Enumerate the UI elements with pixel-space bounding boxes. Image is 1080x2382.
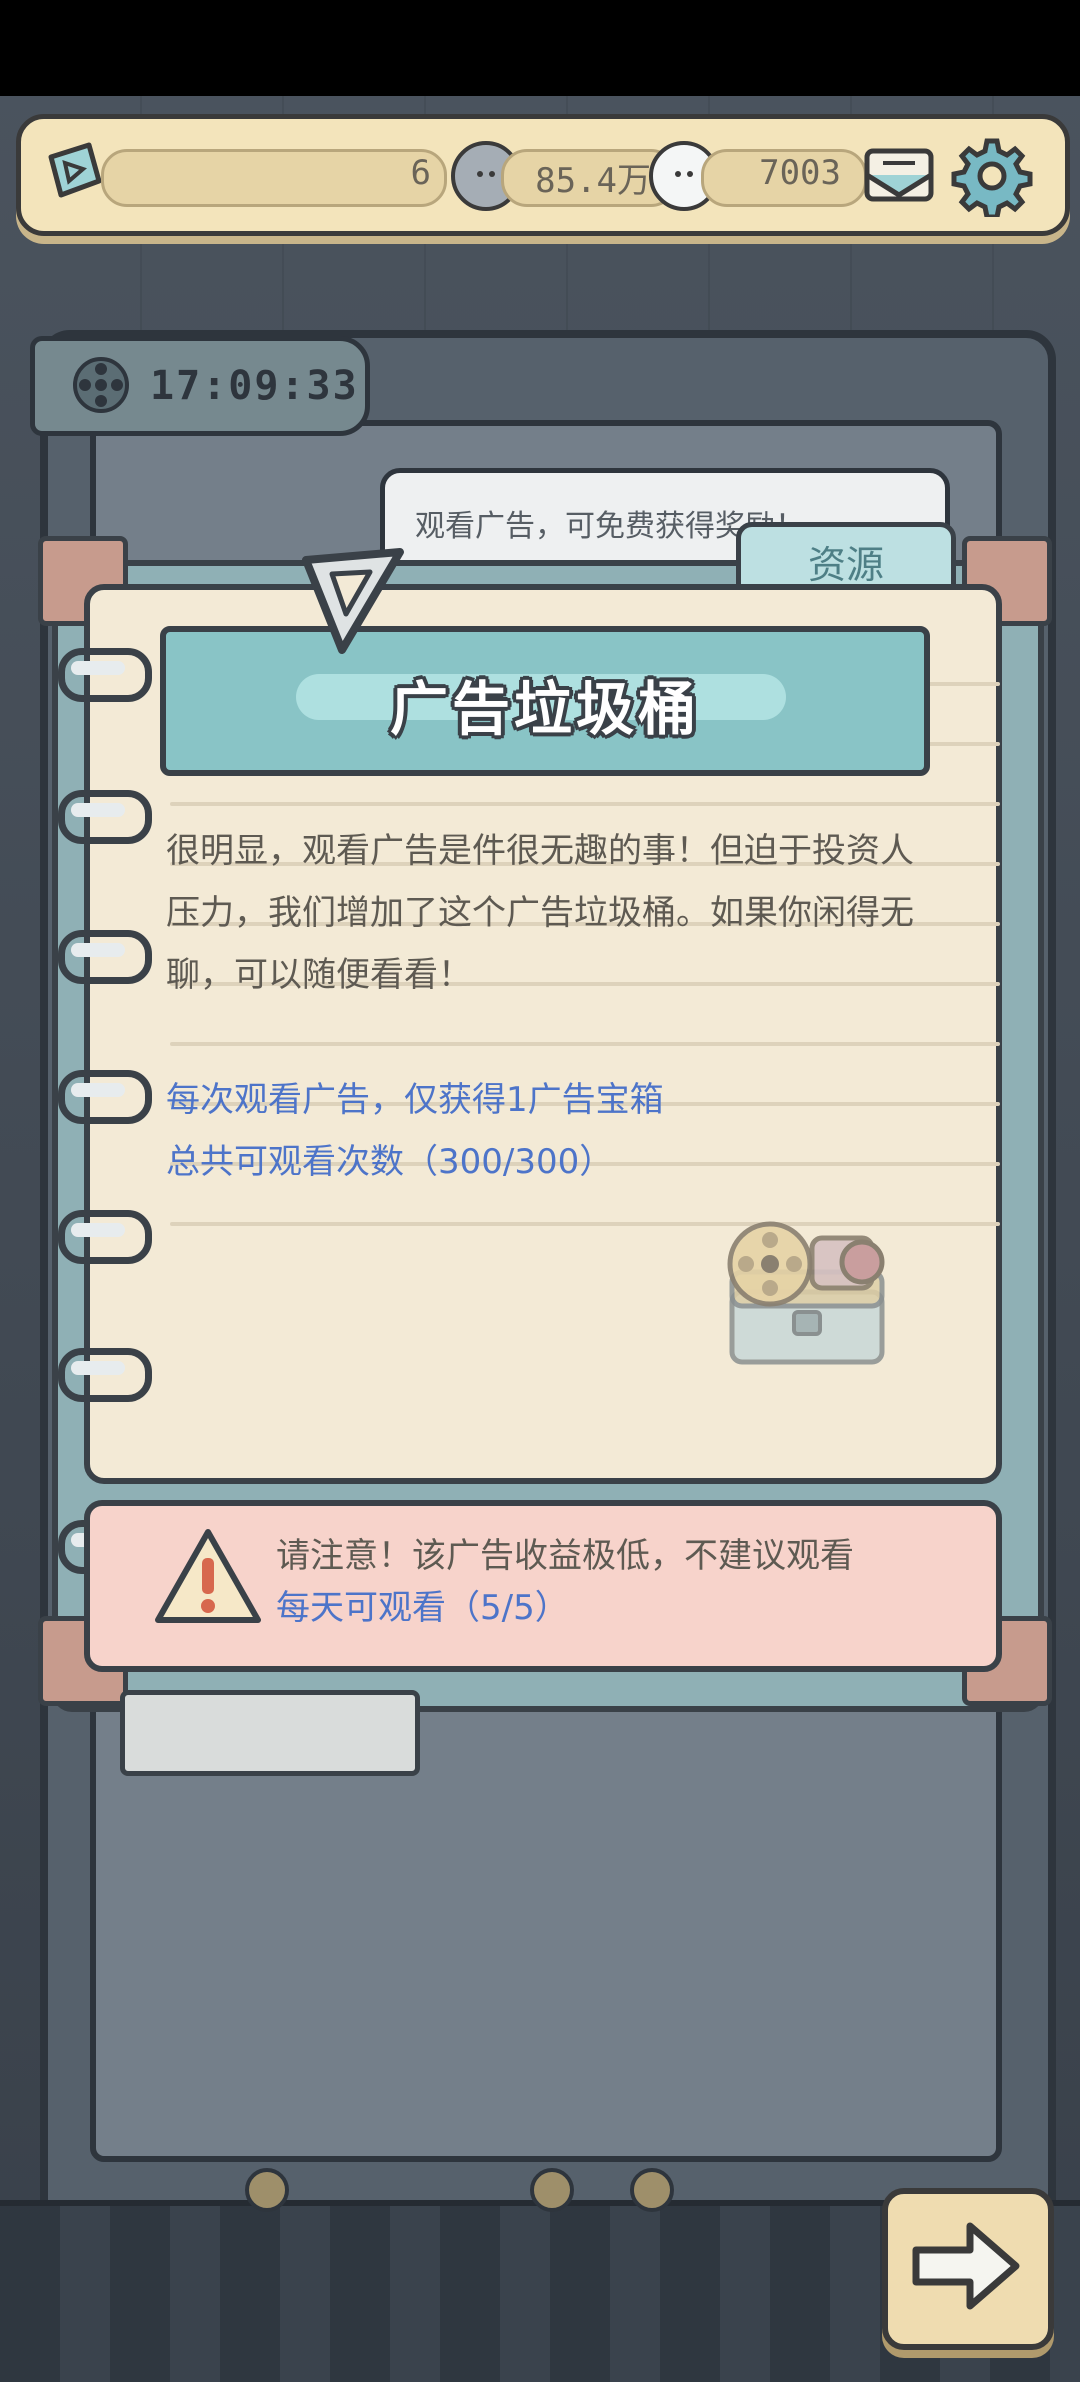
resource-bar: 6 85.4万 7003	[16, 114, 1070, 236]
status-bar	[0, 0, 1080, 96]
binder-ring	[58, 1348, 152, 1402]
gear-icon[interactable]	[951, 135, 1033, 220]
ticket-icon[interactable]	[39, 137, 109, 207]
binder-ring	[58, 790, 152, 844]
total-views-info: 总共可观看次数（300/300）	[166, 1142, 614, 1182]
warning-text: 请注意！该广告收益极低，不建议观看	[276, 1536, 854, 1576]
ad-chest-icon	[712, 1212, 902, 1382]
level-value: 6	[410, 153, 431, 193]
bolt	[630, 2168, 674, 2212]
ad-timer: 17:09:33	[30, 336, 370, 436]
arrow-right-icon	[906, 2216, 1026, 2316]
mail-icon[interactable]	[861, 141, 937, 207]
binder-ring	[58, 1210, 152, 1264]
binder-ring	[58, 1070, 152, 1124]
counter-plate	[120, 1690, 420, 1776]
title-banner: 广告垃圾桶	[160, 626, 930, 776]
page-title: 广告垃圾桶	[389, 675, 700, 743]
description-text: 很明显，观看广告是件很无趣的事！但迫于投资人压力，我们增加了这个广告垃圾桶。如果…	[166, 831, 914, 995]
currency-b-value: 7003	[759, 153, 841, 193]
reward-info: 每次观看广告，仅获得1广告宝箱	[166, 1080, 664, 1120]
daily-views-text: 每天可观看（5/5）	[276, 1588, 569, 1628]
bolt	[530, 2168, 574, 2212]
film-reel-icon	[55, 351, 135, 421]
warning-icon	[150, 1524, 266, 1630]
timer-value: 17:09:33	[150, 363, 359, 409]
pushpin-icon	[292, 540, 414, 662]
currency-a-value: 85.4万	[535, 161, 651, 201]
next-button[interactable]	[882, 2188, 1054, 2350]
binder-ring	[58, 648, 152, 702]
bolt	[245, 2168, 289, 2212]
binder-ring	[58, 930, 152, 984]
